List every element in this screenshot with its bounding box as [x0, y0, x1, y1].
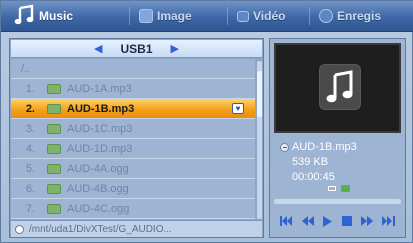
file-list-scrollbar[interactable] [257, 61, 262, 219]
next-folder-arrow-icon[interactable]: ▶ [171, 42, 179, 55]
file-number: 2. [25, 102, 35, 115]
tab-divider [227, 7, 228, 25]
file-number: 5. [25, 162, 35, 175]
path-indicator-icon [15, 224, 24, 234]
audio-file-icon [47, 83, 61, 94]
album-art [274, 43, 401, 133]
media-player-screen: Music Image Vidéo Enregis ◀ USB1 ▶ /.. 1… [0, 0, 413, 243]
meta-filename: AUD-1B.mp3 [292, 141, 357, 153]
media-tab-bar: Music Image Vidéo Enregis [1, 1, 413, 32]
folder-name: USB1 [120, 41, 153, 56]
file-name: AUD-4C.ogg [67, 202, 130, 215]
tab-image[interactable]: Image [139, 6, 192, 26]
favorite-heart-icon[interactable]: ♥ [232, 103, 244, 114]
file-number: 6. [25, 182, 35, 195]
file-name: AUD-1A.mp3 [67, 82, 132, 95]
music-note-icon [13, 4, 35, 29]
file-name: AUD-4B.ogg [67, 182, 129, 195]
prev-folder-arrow-icon[interactable]: ◀ [94, 42, 102, 55]
audio-file-icon [47, 103, 61, 114]
tab-image-label: Image [157, 9, 192, 23]
skip-back-icon[interactable] [280, 216, 293, 226]
scrollbar-thumb[interactable] [257, 71, 262, 117]
audio-file-icon [47, 183, 61, 194]
file-row[interactable]: 6. AUD-4B.ogg [11, 179, 255, 199]
tab-music[interactable]: Music [13, 3, 73, 29]
audio-file-icon [47, 163, 61, 174]
record-icon [319, 9, 333, 23]
file-info-panel: AUD-1B.mp3 539 KB 00:00:45 [269, 38, 406, 238]
file-row[interactable]: 4. AUD-1D.mp3 [11, 139, 255, 159]
file-row[interactable]: 3. AUD-1C.mp3 [11, 119, 255, 139]
storage-icon [328, 186, 336, 191]
audio-file-icon [47, 143, 61, 154]
meta-duration: 00:00:45 [292, 171, 335, 183]
file-name: AUD-1C.mp3 [67, 122, 133, 135]
play-icon[interactable] [323, 215, 333, 227]
stop-icon[interactable] [341, 216, 352, 226]
image-icon [139, 9, 153, 23]
tab-video[interactable]: Vidéo [237, 6, 285, 26]
meta-filename-line: AUD-1B.mp3 [280, 140, 400, 155]
file-status-icon [280, 143, 289, 152]
audio-file-icon [47, 203, 61, 214]
meta-size: 539 KB [292, 156, 329, 168]
file-number: 1. [25, 82, 35, 95]
video-icon [237, 10, 249, 22]
file-row-selected[interactable]: 2. AUD-1B.mp3 ♥ [11, 99, 255, 119]
tab-video-label: Vidéo [253, 9, 286, 23]
tab-record-label: Enregis [337, 9, 382, 23]
file-name: AUD-4A.ogg [67, 162, 129, 175]
tab-record[interactable]: Enregis [319, 6, 381, 26]
parent-folder-label: /.. [21, 62, 31, 75]
file-row[interactable]: 5. AUD-4A.ogg [11, 159, 255, 179]
playback-progress-bar[interactable] [274, 199, 401, 204]
skip-forward-icon[interactable] [381, 216, 395, 226]
file-list: /.. 1. AUD-1A.mp3 2. AUD-1B.mp3 ♥ 3. AUD… [11, 59, 255, 219]
file-browser-panel: ◀ USB1 ▶ /.. 1. AUD-1A.mp3 2. AUD-1B.mp3… [9, 38, 264, 238]
folder-icon [341, 185, 350, 192]
file-number: 3. [25, 122, 35, 135]
parent-folder-row[interactable]: /.. [11, 59, 255, 79]
file-row[interactable]: 1. AUD-1A.mp3 [11, 79, 255, 99]
tab-music-label: Music [39, 9, 74, 23]
media-indicators [328, 185, 350, 192]
file-name: AUD-1D.mp3 [67, 142, 133, 155]
file-number: 7. [25, 202, 35, 215]
file-number: 4. [25, 142, 35, 155]
file-name: AUD-1B.mp3 [67, 102, 135, 115]
current-path-bar: /mnt/uda1/DivXTest/G_AUDIO... [11, 220, 262, 237]
playback-controls [274, 213, 401, 229]
fast-forward-icon[interactable] [360, 216, 373, 226]
tab-divider [129, 7, 130, 25]
file-row[interactable]: 7. AUD-4C.ogg [11, 199, 255, 219]
file-metadata: AUD-1B.mp3 539 KB 00:00:45 [280, 140, 400, 185]
current-path: /mnt/uda1/DivXTest/G_AUDIO... [29, 223, 172, 235]
music-note-icon [319, 64, 361, 110]
tab-divider [309, 7, 310, 25]
rewind-icon[interactable] [302, 216, 315, 226]
folder-selector[interactable]: ◀ USB1 ▶ [11, 40, 262, 58]
audio-file-icon [47, 123, 61, 134]
